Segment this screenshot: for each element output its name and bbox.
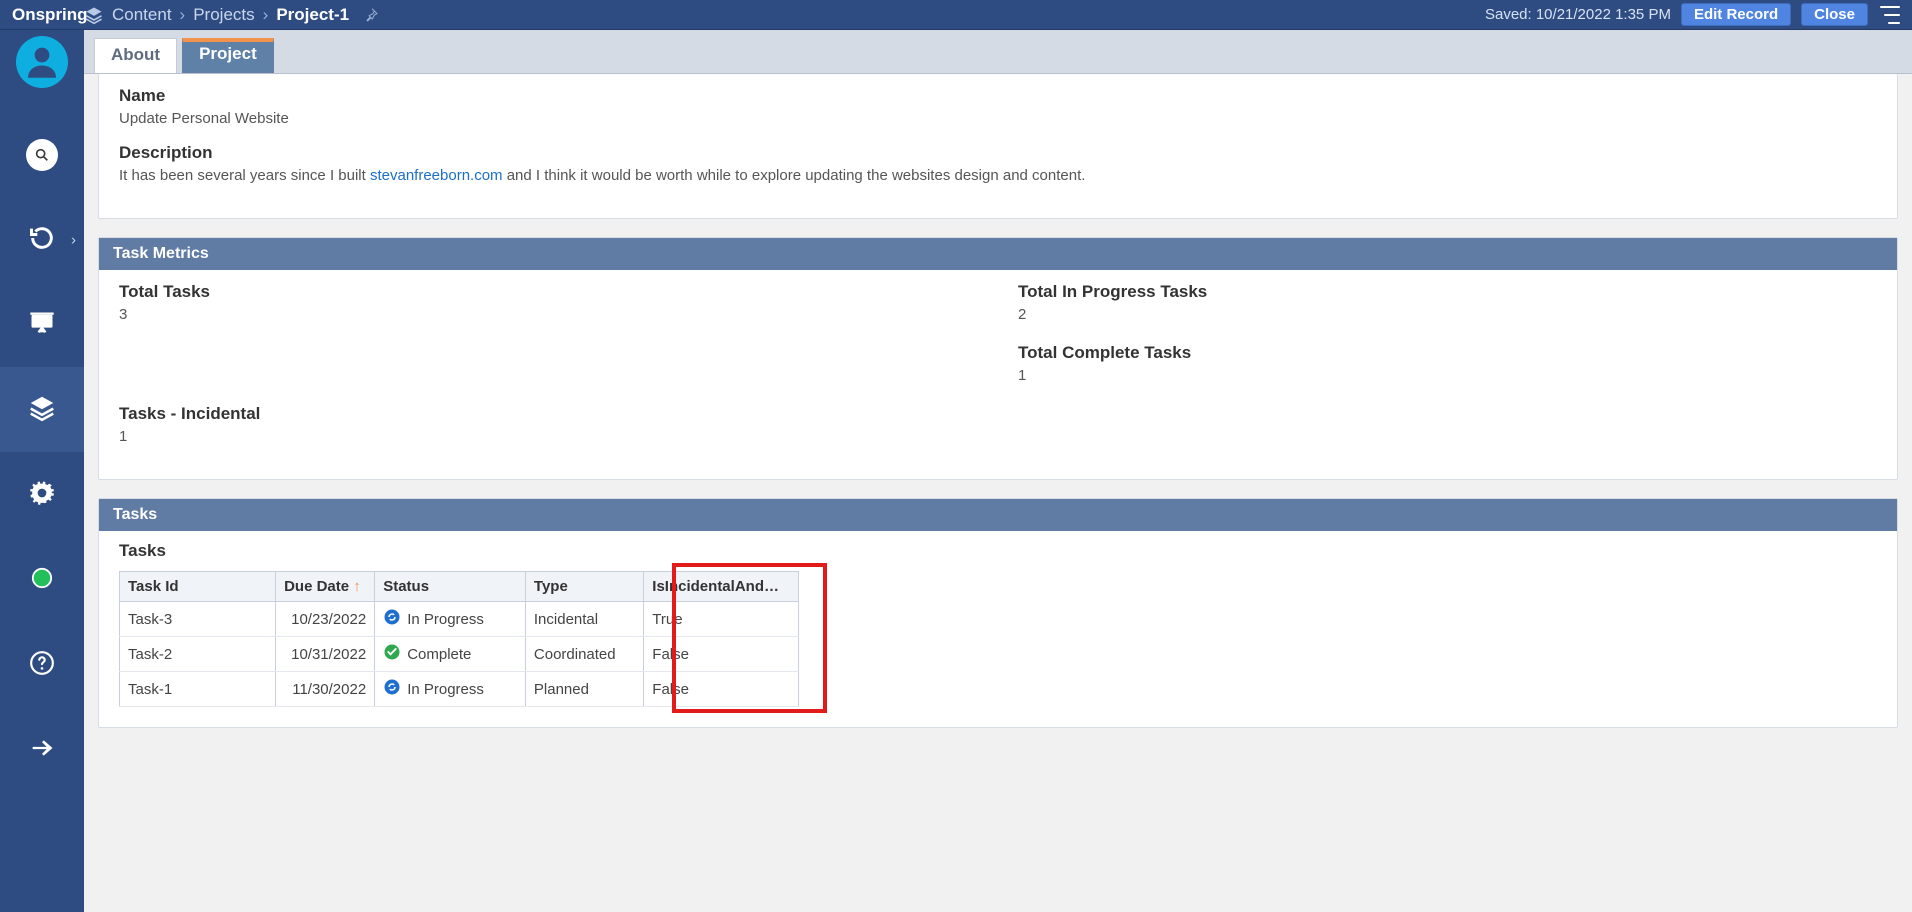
sidebar-search[interactable]	[0, 112, 84, 197]
cell-status: In Progress	[375, 602, 526, 637]
sidebar-help[interactable]	[0, 622, 84, 707]
arrow-right-icon	[28, 734, 56, 766]
incidental-label: Tasks - Incidental	[119, 404, 978, 424]
chevron-right-icon: ›	[263, 5, 269, 25]
cell-due-date: 10/23/2022	[276, 602, 375, 637]
saved-timestamp: Saved: 10/21/2022 1:35 PM	[1485, 6, 1671, 23]
pin-icon[interactable]	[363, 7, 379, 23]
layers-icon	[84, 5, 104, 25]
cell-task-id: Task-1	[120, 672, 276, 707]
search-icon	[26, 139, 58, 171]
help-icon	[29, 650, 55, 680]
tasks-table-title: Tasks	[119, 541, 1877, 561]
panel-menu-icon[interactable]	[1878, 1, 1902, 29]
history-icon	[28, 224, 56, 256]
col-status[interactable]: Status	[375, 572, 526, 602]
tasks-table: Task Id Due Date ↑ Status Type IsInciden…	[119, 571, 799, 707]
description-link[interactable]: stevanfreeborn.com	[370, 167, 503, 184]
app-logo-text: Onspring	[0, 5, 84, 25]
table-row[interactable]: Task-310/23/2022In ProgressIncidentalTru…	[120, 602, 799, 637]
incidental-value: 1	[119, 424, 978, 459]
col-task-id[interactable]: Task Id	[120, 572, 276, 602]
status-dot-icon	[31, 567, 53, 593]
complete-label: Total Complete Tasks	[1018, 343, 1877, 363]
app-topbar: Onspring Content › Projects › Project-1 …	[0, 0, 1912, 30]
cell-type: Coordinated	[525, 637, 643, 672]
gear-icon	[29, 480, 55, 510]
layers-icon	[27, 393, 57, 427]
chevron-right-icon: ›	[180, 5, 186, 25]
presentation-icon	[28, 309, 56, 341]
in-progress-label: Total In Progress Tasks	[1018, 282, 1877, 302]
breadcrumb: Content › Projects › Project-1	[84, 5, 379, 25]
table-row[interactable]: Task-111/30/2022In ProgressPlannedFalse	[120, 672, 799, 707]
main-content: About Project Name Update Personal Websi…	[84, 30, 1912, 912]
sidebar-next[interactable]	[0, 707, 84, 792]
breadcrumb-root[interactable]: Content	[112, 5, 172, 25]
table-row[interactable]: Task-210/31/2022CompleteCoordinatedFalse	[120, 637, 799, 672]
breadcrumb-middle[interactable]: Projects	[193, 5, 254, 25]
avatar[interactable]	[16, 36, 68, 88]
col-type[interactable]: Type	[525, 572, 643, 602]
cell-task-id: Task-3	[120, 602, 276, 637]
total-tasks-label: Total Tasks	[119, 282, 978, 302]
cell-due-date: 10/31/2022	[276, 637, 375, 672]
description-value: It has been several years since I built …	[119, 163, 1877, 198]
cell-type: Incidental	[525, 602, 643, 637]
cell-status: Complete	[375, 637, 526, 672]
tab-project[interactable]: Project	[182, 38, 274, 73]
close-button[interactable]: Close	[1801, 3, 1868, 26]
sort-ascending-icon: ↑	[353, 578, 361, 595]
table-header-row: Task Id Due Date ↑ Status Type IsInciden…	[120, 572, 799, 602]
panel-tasks: Tasks Tasks Task Id Due Date ↑ Status	[98, 498, 1898, 728]
breadcrumb-leaf: Project-1	[276, 5, 349, 25]
panel-title-tasks: Tasks	[99, 499, 1897, 531]
edit-record-button[interactable]: Edit Record	[1681, 3, 1791, 26]
panel-general: Name Update Personal Website Description…	[98, 74, 1898, 219]
cell-isincidental: True	[644, 602, 799, 637]
sidebar-settings[interactable]	[0, 452, 84, 537]
left-sidebar: ›	[0, 30, 84, 912]
cell-isincidental: False	[644, 637, 799, 672]
in-progress-value: 2	[1018, 302, 1877, 337]
cell-due-date: 11/30/2022	[276, 672, 375, 707]
chevron-right-icon: ›	[71, 231, 76, 248]
sidebar-status[interactable]	[0, 537, 84, 622]
refresh-icon	[383, 608, 401, 630]
name-value: Update Personal Website	[119, 106, 1877, 141]
cell-task-id: Task-2	[120, 637, 276, 672]
panel-title-metrics: Task Metrics	[99, 238, 1897, 270]
cell-status: In Progress	[375, 672, 526, 707]
sidebar-history[interactable]: ›	[0, 197, 84, 282]
sidebar-content[interactable]	[0, 367, 84, 452]
cell-type: Planned	[525, 672, 643, 707]
sidebar-presentation[interactable]	[0, 282, 84, 367]
record-tabs: About Project	[84, 30, 1912, 74]
description-text-prefix: It has been several years since I built	[119, 167, 370, 184]
cell-isincidental: False	[644, 672, 799, 707]
refresh-icon	[383, 678, 401, 700]
col-isincidental[interactable]: IsIncidentalAnd…	[644, 572, 799, 602]
total-tasks-value: 3	[119, 302, 978, 337]
complete-value: 1	[1018, 363, 1877, 398]
col-due-date[interactable]: Due Date ↑	[276, 572, 375, 602]
description-text-suffix: and I think it would be worth while to e…	[503, 167, 1086, 184]
name-label: Name	[119, 86, 1877, 106]
description-label: Description	[119, 143, 1877, 163]
panel-task-metrics: Task Metrics Total Tasks 3 Total In Prog…	[98, 237, 1898, 480]
check-circle-icon	[383, 643, 401, 665]
tab-about[interactable]: About	[94, 38, 177, 73]
